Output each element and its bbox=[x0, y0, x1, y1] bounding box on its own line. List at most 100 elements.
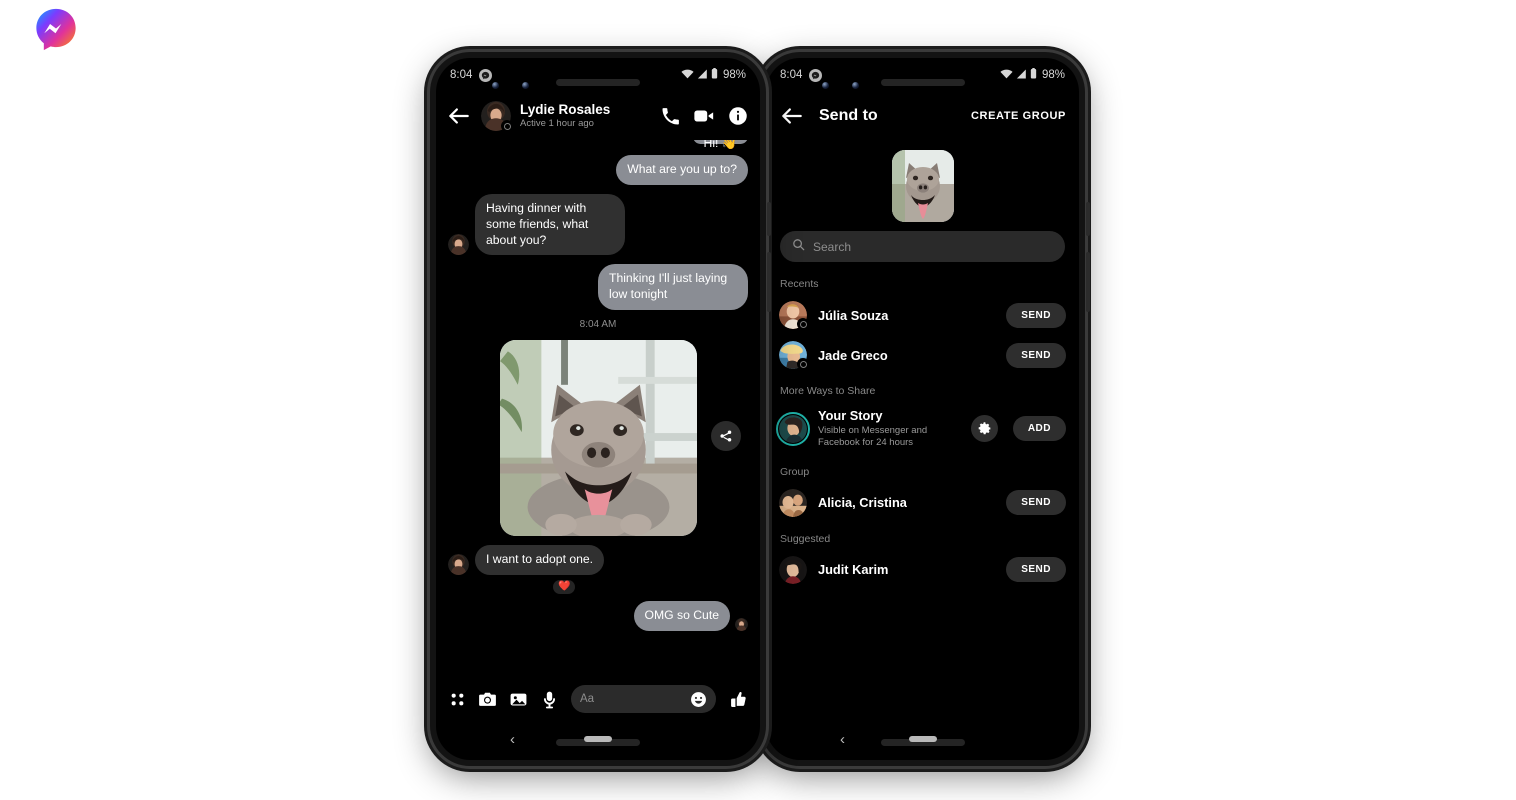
heart-reaction[interactable]: ❤️ bbox=[553, 580, 576, 595]
battery-percentage: 98% bbox=[1041, 69, 1065, 81]
system-navigation-bar: ‹ bbox=[766, 718, 1079, 760]
message-bubble: What are you up to? bbox=[616, 155, 748, 185]
signal-icon bbox=[697, 68, 708, 82]
status-time: 8:04 bbox=[780, 69, 803, 81]
section-label-group: Group bbox=[780, 465, 810, 478]
list-item[interactable]: Júlia Souza SEND bbox=[766, 295, 1079, 335]
nav-back-chevron[interactable]: ‹ bbox=[510, 731, 515, 748]
message-row: Thinking I'll just laying low tonight bbox=[436, 264, 760, 311]
active-status-badge bbox=[797, 318, 809, 330]
back-arrow-icon[interactable] bbox=[446, 103, 472, 129]
messenger-logo-icon bbox=[33, 6, 79, 52]
messenger-notification-icon bbox=[809, 68, 823, 82]
create-group-button[interactable]: CREATE GROUP bbox=[971, 110, 1066, 122]
avatar bbox=[779, 555, 807, 584]
search-input[interactable]: Search bbox=[780, 231, 1065, 262]
avatar-image bbox=[779, 555, 807, 584]
shared-photo-thumbnail[interactable] bbox=[891, 150, 954, 222]
message-row-clipped: Hi! 👋 bbox=[436, 140, 760, 155]
message-bubble: Hi! 👋 bbox=[692, 140, 748, 150]
conversation-header: Lydie Rosales Active 1 hour ago bbox=[436, 92, 760, 140]
share-sheet-header: Send to CREATE GROUP bbox=[766, 92, 1079, 140]
active-status-badge bbox=[501, 120, 513, 132]
volume-button[interactable] bbox=[1086, 252, 1090, 312]
story-title: Your Story bbox=[818, 408, 883, 423]
your-story-avatar bbox=[776, 411, 810, 446]
signal-icon bbox=[1016, 68, 1027, 82]
message-row: OMG so Cute bbox=[436, 601, 760, 631]
story-ring bbox=[776, 411, 810, 446]
screenshot-canvas: 8:04 98% Lydie Rosales Active 1 hour ago… bbox=[0, 0, 1516, 800]
list-item[interactable]: Jade Greco SEND bbox=[766, 335, 1079, 375]
contact-name: Jade Greco bbox=[818, 347, 888, 363]
nav-back-chevron[interactable]: ‹ bbox=[840, 731, 845, 748]
group-name: Alicia, Cristina bbox=[818, 495, 907, 511]
list-item-text: Jade Greco bbox=[818, 348, 995, 363]
message-input-placeholder: Aa bbox=[580, 693, 595, 705]
message-row: I want to adopt one. bbox=[436, 545, 760, 576]
nav-home-pill[interactable] bbox=[908, 736, 937, 742]
power-button[interactable] bbox=[1086, 202, 1090, 236]
sender-avatar bbox=[448, 554, 469, 576]
back-arrow-icon[interactable] bbox=[779, 103, 805, 129]
video-call-icon[interactable] bbox=[693, 105, 715, 127]
emoji-smiley-icon[interactable] bbox=[690, 691, 707, 708]
section-label-recents: Recents bbox=[780, 278, 819, 290]
contact-name-block: Lydie Rosales Active 1 hour ago bbox=[520, 102, 652, 129]
status-time: 8:04 bbox=[450, 69, 473, 81]
active-status-badge bbox=[797, 358, 809, 370]
story-description: Visible on Messenger and Facebook for 24… bbox=[818, 425, 928, 449]
contact-avatar[interactable] bbox=[481, 101, 513, 132]
message-thread[interactable]: Hi! 👋 What are you up to? Having dinner … bbox=[436, 140, 760, 692]
contact-active-status: Active 1 hour ago bbox=[520, 117, 594, 129]
message-row: Having dinner with some friends, what ab… bbox=[436, 193, 760, 256]
thumbs-up-icon[interactable] bbox=[728, 690, 747, 709]
list-item-text: Alicia, Cristina bbox=[818, 495, 995, 510]
section-label-suggested: Suggested bbox=[780, 532, 831, 545]
gallery-icon[interactable] bbox=[509, 690, 528, 709]
apps-grid-icon[interactable] bbox=[449, 691, 466, 708]
info-icon[interactable] bbox=[728, 106, 748, 126]
avatar bbox=[779, 301, 809, 330]
photo-message[interactable] bbox=[436, 340, 760, 537]
message-composer: Aa bbox=[436, 680, 760, 718]
dog-photo[interactable] bbox=[499, 340, 697, 537]
camera-icon[interactable] bbox=[478, 690, 497, 709]
battery-icon bbox=[1030, 68, 1037, 82]
phone-left-device: 8:04 98% Lydie Rosales Active 1 hour ago… bbox=[430, 52, 771, 766]
send-button[interactable]: SEND bbox=[1006, 342, 1066, 368]
section-label-more-ways-to-share: More Ways to Share bbox=[780, 385, 876, 397]
share-icon[interactable] bbox=[711, 421, 741, 452]
share-target-list[interactable]: Recents Júlia Souza SEND Jade Greco SEND… bbox=[766, 268, 1079, 718]
list-item[interactable]: Judit Karim SEND bbox=[766, 550, 1079, 590]
send-button[interactable]: SEND bbox=[1006, 302, 1066, 328]
message-input[interactable]: Aa bbox=[571, 685, 716, 713]
search-icon bbox=[792, 238, 805, 256]
microphone-icon[interactable] bbox=[540, 690, 559, 709]
nav-home-pill[interactable] bbox=[584, 736, 612, 742]
message-bubble: Having dinner with some friends, what ab… bbox=[475, 193, 625, 256]
phone-left-screen: 8:04 98% Lydie Rosales Active 1 hour ago… bbox=[436, 58, 760, 760]
add-button[interactable]: ADD bbox=[1012, 416, 1066, 442]
list-item[interactable]: Alicia, Cristina SEND bbox=[766, 483, 1079, 523]
message-bubble: I want to adopt one. bbox=[475, 545, 605, 576]
avatar-image bbox=[779, 488, 807, 517]
phone-right-device: 8:04 98% Send to CREATE GROUP Search Rec… bbox=[760, 52, 1090, 766]
status-bar: 8:04 98% bbox=[436, 58, 760, 92]
volume-button[interactable] bbox=[767, 252, 771, 312]
status-bar: 8:04 98% bbox=[766, 58, 1079, 92]
power-button[interactable] bbox=[767, 202, 771, 236]
message-bubble: Thinking I'll just laying low tonight bbox=[598, 264, 748, 311]
wifi-icon bbox=[681, 69, 694, 82]
list-item[interactable]: Your Story Visible on Messenger and Face… bbox=[766, 402, 1079, 456]
messenger-notification-icon bbox=[479, 68, 493, 82]
avatar bbox=[779, 341, 809, 370]
send-button[interactable]: SEND bbox=[1006, 557, 1066, 583]
contact-name: Judit Karim bbox=[818, 562, 889, 578]
phone-right-screen: 8:04 98% Send to CREATE GROUP Search Rec… bbox=[766, 58, 1079, 760]
gear-icon[interactable] bbox=[970, 415, 998, 443]
phone-call-icon[interactable] bbox=[661, 107, 680, 126]
battery-percentage: 98% bbox=[722, 69, 746, 81]
send-button[interactable]: SEND bbox=[1006, 490, 1066, 516]
list-item-text: Judit Karim bbox=[818, 562, 995, 577]
